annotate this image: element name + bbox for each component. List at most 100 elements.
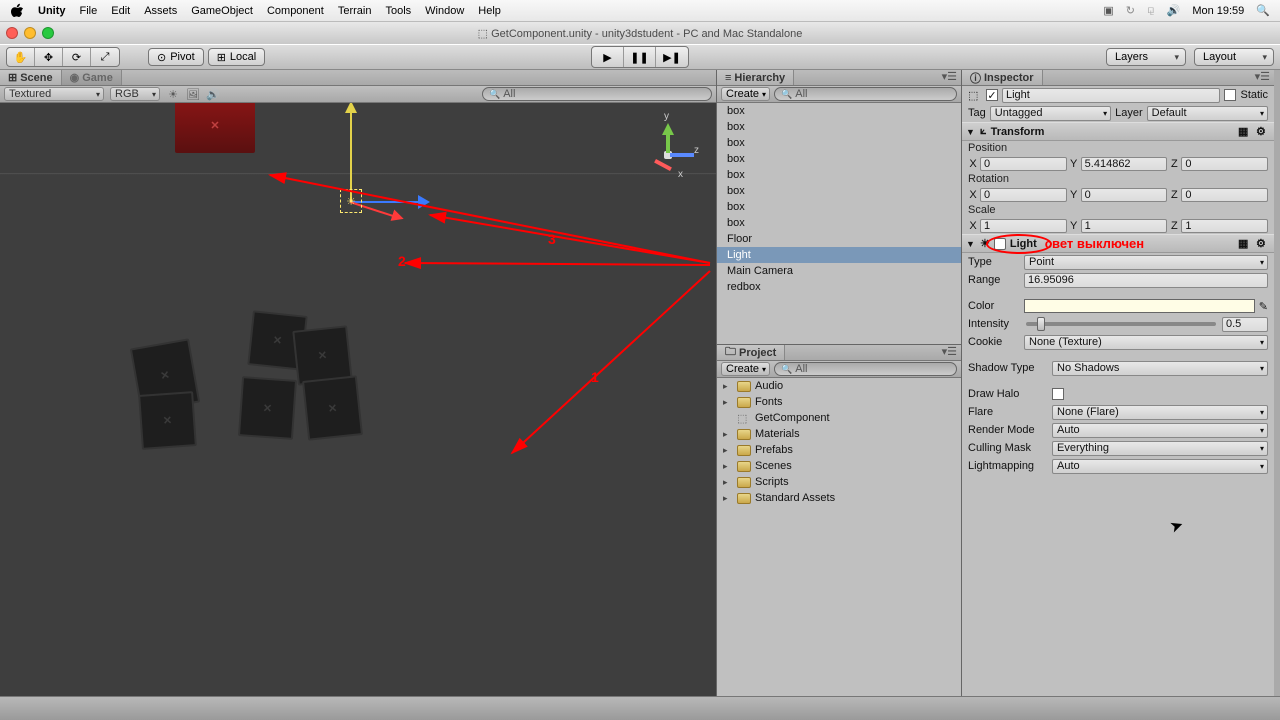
project-item[interactable]: ▸Scripts [717,474,961,490]
hierarchy-item[interactable]: box [717,135,961,151]
scale-tool[interactable]: ⤢ [91,48,119,66]
light-cookie-select[interactable]: None (Texture) [1024,335,1268,350]
layout-dropdown[interactable]: Layout [1194,48,1274,66]
clock[interactable]: Mon 19:59 [1192,5,1244,17]
menu-tools[interactable]: Tools [385,5,411,17]
volume-icon[interactable]: 🔊 [1167,4,1181,17]
light-intensity-slider[interactable] [1026,322,1216,326]
scl-x[interactable]: 1 [980,219,1067,233]
scene-viewport[interactable]: ✕ ☀ [0,103,716,696]
pos-y[interactable]: 5.414862 [1081,157,1168,171]
tab-hierarchy[interactable]: ≡Hierarchy [717,70,794,85]
layers-dropdown[interactable]: Layers [1106,48,1186,66]
light-flare-select[interactable]: None (Flare) [1052,405,1268,420]
scene-audio-toggle[interactable]: 🔊 [206,87,220,101]
pause-button[interactable]: ❚❚ [624,47,656,67]
tab-game[interactable]: ◉Game [62,70,122,85]
light-color-swatch[interactable] [1024,299,1255,313]
hierarchy-item[interactable]: box [717,183,961,199]
project-item[interactable]: ▸Standard Assets [717,490,961,506]
hierarchy-item[interactable]: box [717,167,961,183]
light-component-header[interactable]: ▼☀ Light свет выключен ▦ ⚙ [962,234,1274,253]
gameobject-name-field[interactable]: Light [1002,88,1220,103]
menu-window[interactable]: Window [425,5,464,17]
project-list[interactable]: ▸Audio▸Fonts⬚GetComponent▸Materials▸Pref… [717,378,961,696]
scl-z[interactable]: 1 [1181,219,1268,233]
hierarchy-item[interactable]: Main Camera [717,263,961,279]
rotate-tool[interactable]: ⟳ [63,48,91,66]
gameobject-active-checkbox[interactable]: ✓ [986,89,998,101]
hierarchy-item[interactable]: box [717,119,961,135]
light-render-select[interactable]: Auto [1052,423,1268,438]
pos-x[interactable]: 0 [980,157,1067,171]
hand-tool[interactable]: ✋ [7,48,35,66]
panel-menu-icon[interactable]: ▾☰ [938,70,961,85]
hierarchy-item[interactable]: Light [717,247,961,263]
eyedropper-icon[interactable]: ✎ [1259,300,1268,313]
menu-help[interactable]: Help [478,5,501,17]
rot-x[interactable]: 0 [980,188,1067,202]
menu-file[interactable]: File [80,5,98,17]
project-item[interactable]: ▸Scenes [717,458,961,474]
hierarchy-item[interactable]: Floor [717,231,961,247]
light-intensity-field[interactable]: 0.5 [1222,317,1268,332]
light-halo-checkbox[interactable] [1052,388,1064,400]
spotlight-icon[interactable]: 🔍 [1256,4,1270,17]
tag-select[interactable]: Untagged [990,106,1111,121]
pivot-toggle[interactable]: ⊙Pivot [148,48,204,66]
screen-record-icon[interactable]: ▣ [1103,4,1113,17]
light-lightmap-select[interactable]: Auto [1052,459,1268,474]
hierarchy-item[interactable]: box [717,103,961,119]
menu-gameobject[interactable]: GameObject [191,5,253,17]
move-tool[interactable]: ✥ [35,48,63,66]
project-item[interactable]: ⬚GetComponent [717,410,961,426]
component-settings-icon[interactable]: ⚙ [1256,125,1270,139]
hierarchy-item[interactable]: box [717,215,961,231]
project-item[interactable]: ▸Fonts [717,394,961,410]
orientation-gizmo[interactable]: y z x [636,123,696,183]
render-mode[interactable]: RGB [110,87,160,101]
menu-assets[interactable]: Assets [144,5,177,17]
play-button[interactable]: ▶ [592,47,624,67]
move-gizmo-y[interactable] [350,103,352,203]
timemachine-icon[interactable]: ↻ [1126,4,1135,17]
project-item[interactable]: ▸Audio [717,378,961,394]
hierarchy-item[interactable]: redbox [717,279,961,295]
static-checkbox[interactable] [1224,89,1236,101]
local-toggle[interactable]: ⊞Local [208,48,266,66]
bluetooth-icon[interactable]: ⚼ [1147,4,1155,17]
light-range-field[interactable]: 16.95096 [1024,273,1268,288]
light-type-select[interactable]: Point [1024,255,1268,270]
light-object[interactable]: ☀ [340,189,362,213]
project-item[interactable]: ▸Prefabs [717,442,961,458]
tab-project[interactable]: 🗀Project [717,345,785,360]
layer-select[interactable]: Default [1147,106,1268,121]
light-mask-select[interactable]: Everything [1052,441,1268,456]
pos-z[interactable]: 0 [1181,157,1268,171]
hierarchy-search[interactable]: All [774,87,957,101]
scene-search[interactable]: All [482,87,712,101]
hierarchy-item[interactable]: box [717,199,961,215]
project-search[interactable]: All [774,362,957,376]
component-help-icon[interactable]: ▦ [1238,125,1252,139]
rot-z[interactable]: 0 [1181,188,1268,202]
tab-inspector[interactable]: ⓘInspector [962,70,1043,85]
menu-terrain[interactable]: Terrain [338,5,372,17]
menu-edit[interactable]: Edit [111,5,130,17]
tab-scene[interactable]: ⊞Scene [0,70,62,85]
component-settings-icon[interactable]: ⚙ [1256,237,1270,251]
panel-menu-icon[interactable]: ▾☰ [938,345,961,360]
transform-component-header[interactable]: ▼⟀ Transform ▦ ⚙ [962,122,1274,141]
project-item[interactable]: ▸Materials [717,426,961,442]
scl-y[interactable]: 1 [1081,219,1168,233]
scene-fx-toggle[interactable]: 🖼 [186,87,200,101]
panel-menu-icon[interactable]: ▾☰ [1251,70,1274,85]
hierarchy-create[interactable]: Create [721,87,770,101]
shading-mode[interactable]: Textured [4,87,104,101]
hierarchy-list[interactable]: boxboxboxboxboxboxboxboxFloorLightMain C… [717,103,961,344]
menu-component[interactable]: Component [267,5,324,17]
project-create[interactable]: Create [721,362,770,376]
rot-y[interactable]: 0 [1081,188,1168,202]
hierarchy-item[interactable]: box [717,151,961,167]
light-shadow-select[interactable]: No Shadows [1052,361,1268,376]
